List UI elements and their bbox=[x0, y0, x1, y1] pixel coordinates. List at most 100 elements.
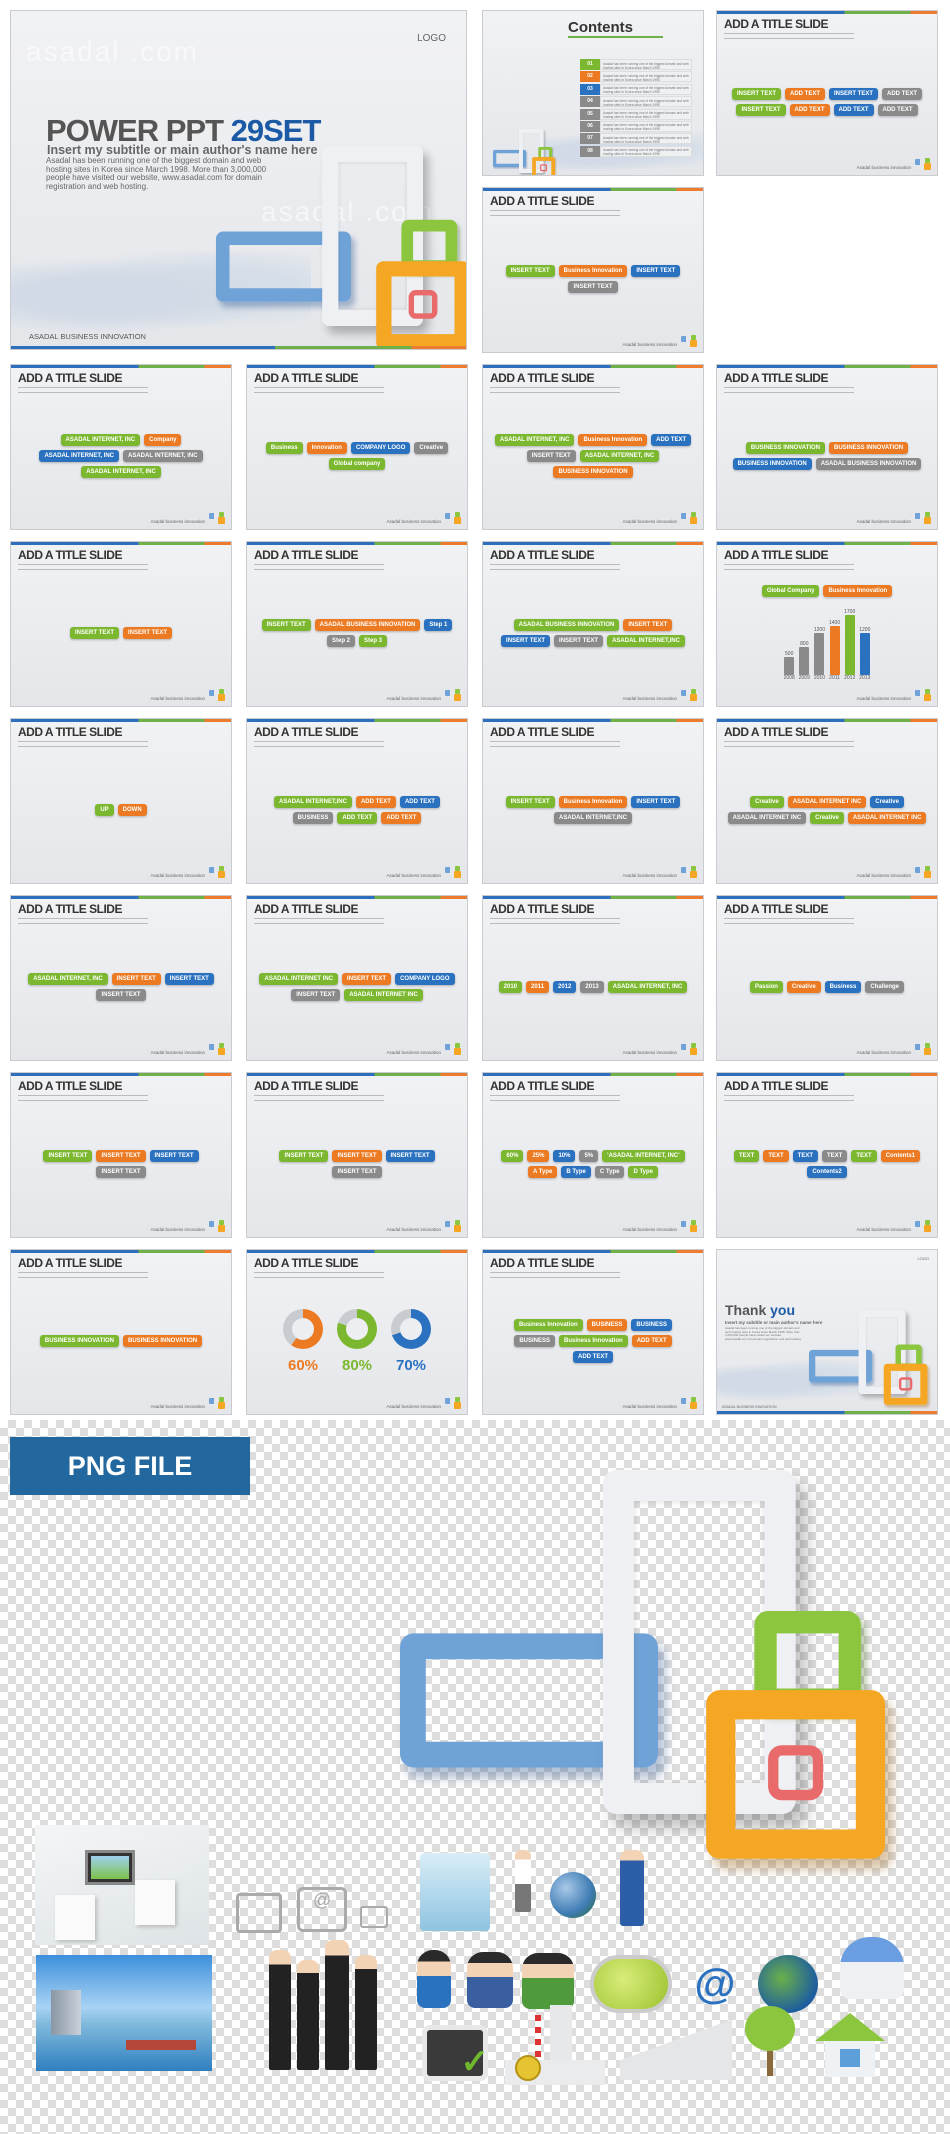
slide-thumbnail[interactable]: ADD A TITLE SLIDE 2010 2011 2012 2013 ASADAL … bbox=[482, 895, 704, 1061]
contents-item[interactable]: 05 Asadal has been running one of the big… bbox=[580, 108, 692, 120]
slide-label: TEXT bbox=[763, 1150, 789, 1162]
city-harbor-image bbox=[36, 1955, 212, 2071]
bar-category-label: 2010 bbox=[813, 675, 825, 681]
slide-label: ASADAL INTERNET, INC bbox=[39, 450, 119, 462]
slide-title: ADD A TITLE SLIDE bbox=[18, 548, 122, 562]
slide-content: INSERT TEXT INSERT TEXT INSERT TEXT INSERT … bbox=[257, 1109, 457, 1219]
slide-title: ADD A TITLE SLIDE bbox=[490, 1256, 594, 1270]
slide-label: Creative bbox=[870, 796, 904, 808]
slide-thumbnail[interactable]: ADD A TITLE SLIDE ASADAL INTERNET, INC Bus… bbox=[482, 364, 704, 530]
slide-thumbnail[interactable]: ADD A TITLE SLIDE ASADAL INTERNET, INC Com… bbox=[10, 364, 232, 530]
contents-item-text: Asadal has been running one of the bigge… bbox=[600, 59, 692, 70]
slide-thumbnail[interactable]: ADD A TITLE SLIDE BUSINESS INNOVATION BUSI… bbox=[10, 1249, 232, 1415]
percent-label: 80% bbox=[341, 1356, 373, 1374]
slide-content: ASADAL INTERNET, INC INSERT TEXT INSERT TE… bbox=[21, 932, 221, 1042]
slide-thumbnail[interactable]: ADD A TITLE SLIDE BUSINESS INNOVATION BUSI… bbox=[716, 364, 938, 530]
slide-thumbnail[interactable]: ADD A TITLE SLIDE ASADAL BUSINESS INNOVAT… bbox=[482, 541, 704, 707]
thank-you-subtitle: Insert my subtitle or main author's name… bbox=[725, 1320, 823, 1325]
contents-item[interactable]: 07 Asadal has been running one of the big… bbox=[580, 133, 692, 145]
slide-subtitle-lines bbox=[254, 1095, 384, 1101]
slide-thumbnail[interactable]: ADD A TITLE SLIDE INSERT TEXT Business Inn… bbox=[482, 718, 704, 884]
slide-title: ADD A TITLE SLIDE bbox=[254, 725, 358, 739]
slide-label: INSERT TEXT bbox=[623, 619, 673, 631]
main-footer: ASADAL BUSINESS INNOVATION bbox=[29, 332, 146, 341]
contents-item-text: Asadal has been running one of the bigge… bbox=[600, 108, 692, 120]
contents-item-text: Asadal has been running one of the bigge… bbox=[600, 83, 692, 95]
slide-subtitle-lines bbox=[254, 387, 384, 393]
slide-title: ADD A TITLE SLIDE bbox=[724, 725, 828, 739]
globe-search-icon bbox=[758, 1955, 818, 2013]
slide-label: BUSINESS bbox=[514, 1335, 555, 1347]
slide-thumbnail[interactable]: ADD A TITLE SLIDE INSERT TEXT ASADAL BUSIN… bbox=[246, 541, 468, 707]
slide-thumbnail[interactable]: ADD A TITLE SLIDE Global Company Business … bbox=[716, 541, 938, 707]
contents-item[interactable]: 06 Asadal has been running one of the big… bbox=[580, 120, 692, 132]
slide-label: ASADAL INTERNET INC bbox=[259, 973, 339, 985]
slide-thumbnail[interactable]: ADD A TITLE SLIDE UP DOWN Asadal business i… bbox=[10, 718, 232, 884]
slide-thumbnail[interactable]: ADD A TITLE SLIDE ASADAL INTERNET INC INSE… bbox=[246, 895, 468, 1061]
slide-thumbnail[interactable]: ADD A TITLE SLIDE INSERT TEXT Business Inn… bbox=[482, 187, 704, 353]
slide-label: Step 1 bbox=[424, 619, 453, 631]
slide-label: DOWN bbox=[117, 804, 147, 816]
mini-frames-logo bbox=[209, 1215, 225, 1233]
slide-thumbnail[interactable]: ADD A TITLE SLIDE INSERT TEXT ADD TEXT INSE… bbox=[716, 10, 938, 176]
color-bar bbox=[717, 719, 937, 722]
slide-thumbnail[interactable]: ADD A TITLE SLIDE 60% 25% 10% 5% 'ASADAL INTE… bbox=[482, 1072, 704, 1238]
percent-label: 60% bbox=[287, 1356, 319, 1374]
slide-thumbnail[interactable]: ADD A TITLE SLIDE ASADAL INTERNET, INC INS… bbox=[10, 895, 232, 1061]
mini-frames-logo bbox=[209, 507, 225, 525]
slide-title: ADD A TITLE SLIDE bbox=[724, 1079, 828, 1093]
contents-item[interactable]: 08 Asadal has been running one of the big… bbox=[580, 145, 692, 157]
contents-item[interactable]: 02 Asadal has been running one of the big… bbox=[580, 71, 692, 83]
thank-you-slide[interactable]: LOGO Thank you Insert my subtitle or mai… bbox=[716, 1249, 938, 1415]
businessman-figure bbox=[515, 1850, 531, 1912]
contents-item[interactable]: 01 Asadal has been running one of the big… bbox=[580, 59, 692, 70]
slide-label: TEXT bbox=[822, 1150, 848, 1162]
slide-footer: Asadal business innovation bbox=[622, 1227, 677, 1232]
slide-thumbnail[interactable]: ADD A TITLE SLIDE Passion Creative Business… bbox=[716, 895, 938, 1061]
slide-thumbnail[interactable]: ADD A TITLE SLIDE INSERT TEXT INSERT TEXT I… bbox=[10, 1072, 232, 1238]
3d-frames-graphic bbox=[809, 1310, 935, 1407]
slide-label: 2010 bbox=[498, 981, 523, 993]
bar-value-label: 1200 bbox=[813, 626, 825, 633]
contents-item-number: 08 bbox=[580, 145, 600, 157]
slide-subtitle-lines bbox=[18, 387, 148, 393]
slide-thumbnail[interactable]: ADD A TITLE SLIDE Creative ASADAL INTERNET… bbox=[716, 718, 938, 884]
bar-column: 500 2008 bbox=[784, 651, 795, 681]
slide-label: Creative bbox=[786, 981, 821, 993]
mini-frames-logo bbox=[445, 1215, 461, 1233]
slide-label: BUSINESS INNOVATION bbox=[123, 1335, 203, 1347]
slide-thumbnail[interactable]: ADD A TITLE SLIDE 60% 80% 70% Asadal busines… bbox=[246, 1249, 468, 1415]
slide-label: ASADAL INTERNET, INC bbox=[607, 981, 688, 993]
slide-label: 25% bbox=[527, 1150, 550, 1162]
contents-item[interactable]: 03 Asadal has been running one of the big… bbox=[580, 83, 692, 95]
mini-frames-logo bbox=[209, 1392, 225, 1410]
slide-label: Company bbox=[144, 434, 182, 446]
slide-label: 10% bbox=[553, 1150, 576, 1162]
slide-footer: Asadal business innovation bbox=[856, 696, 911, 701]
slide-label: ASADAL INTERNET,INC bbox=[554, 812, 632, 824]
slide-title: ADD A TITLE SLIDE bbox=[18, 371, 122, 385]
contents-slide[interactable]: Contents 01 Asadal has been running one o… bbox=[482, 10, 704, 176]
slide-thumbnail[interactable]: ADD A TITLE SLIDE Business Innovation COMPA… bbox=[246, 364, 468, 530]
slide-content: 60% 80% 70% bbox=[257, 1286, 457, 1396]
slide-label: 'ASADAL INTERNET, INC' bbox=[602, 1150, 685, 1162]
color-bar bbox=[247, 719, 467, 722]
color-bar bbox=[11, 1250, 231, 1253]
slide-thumbnail[interactable]: ADD A TITLE SLIDE INSERT TEXT INSERT TEXT I… bbox=[246, 1072, 468, 1238]
slide-label: INSERT TEXT bbox=[342, 973, 392, 985]
slide-title: ADD A TITLE SLIDE bbox=[724, 371, 828, 385]
slide-footer: Asadal business innovation bbox=[386, 696, 441, 701]
slide-thumbnail[interactable]: ADD A TITLE SLIDE ASADAL INTERNET,INC ADD … bbox=[246, 718, 468, 884]
slide-label: ASADAL INTERNET, INC bbox=[123, 450, 203, 462]
contents-item-number: 01 bbox=[580, 59, 600, 70]
slide-thumbnail[interactable]: ADD A TITLE SLIDE INSERT TEXT INSERT TEXT A… bbox=[10, 541, 232, 707]
bar-category-label: 2012 bbox=[844, 675, 856, 681]
slide-thumbnail[interactable]: ADD A TITLE SLIDE TEXT TEXT TEXT TEXT TEXT Con… bbox=[716, 1072, 938, 1238]
mini-frames-logo bbox=[445, 684, 461, 702]
color-bar bbox=[483, 188, 703, 191]
color-bar bbox=[11, 346, 466, 349]
slide-label: ASADAL BUSINESS INNOVATION bbox=[314, 619, 421, 631]
contents-item[interactable]: 04 Asadal has been running one of the big… bbox=[580, 96, 692, 108]
slide-thumbnail[interactable]: ADD A TITLE SLIDE Business Innovation BUSI… bbox=[482, 1249, 704, 1415]
thank-you-title: Thank you bbox=[725, 1302, 795, 1318]
